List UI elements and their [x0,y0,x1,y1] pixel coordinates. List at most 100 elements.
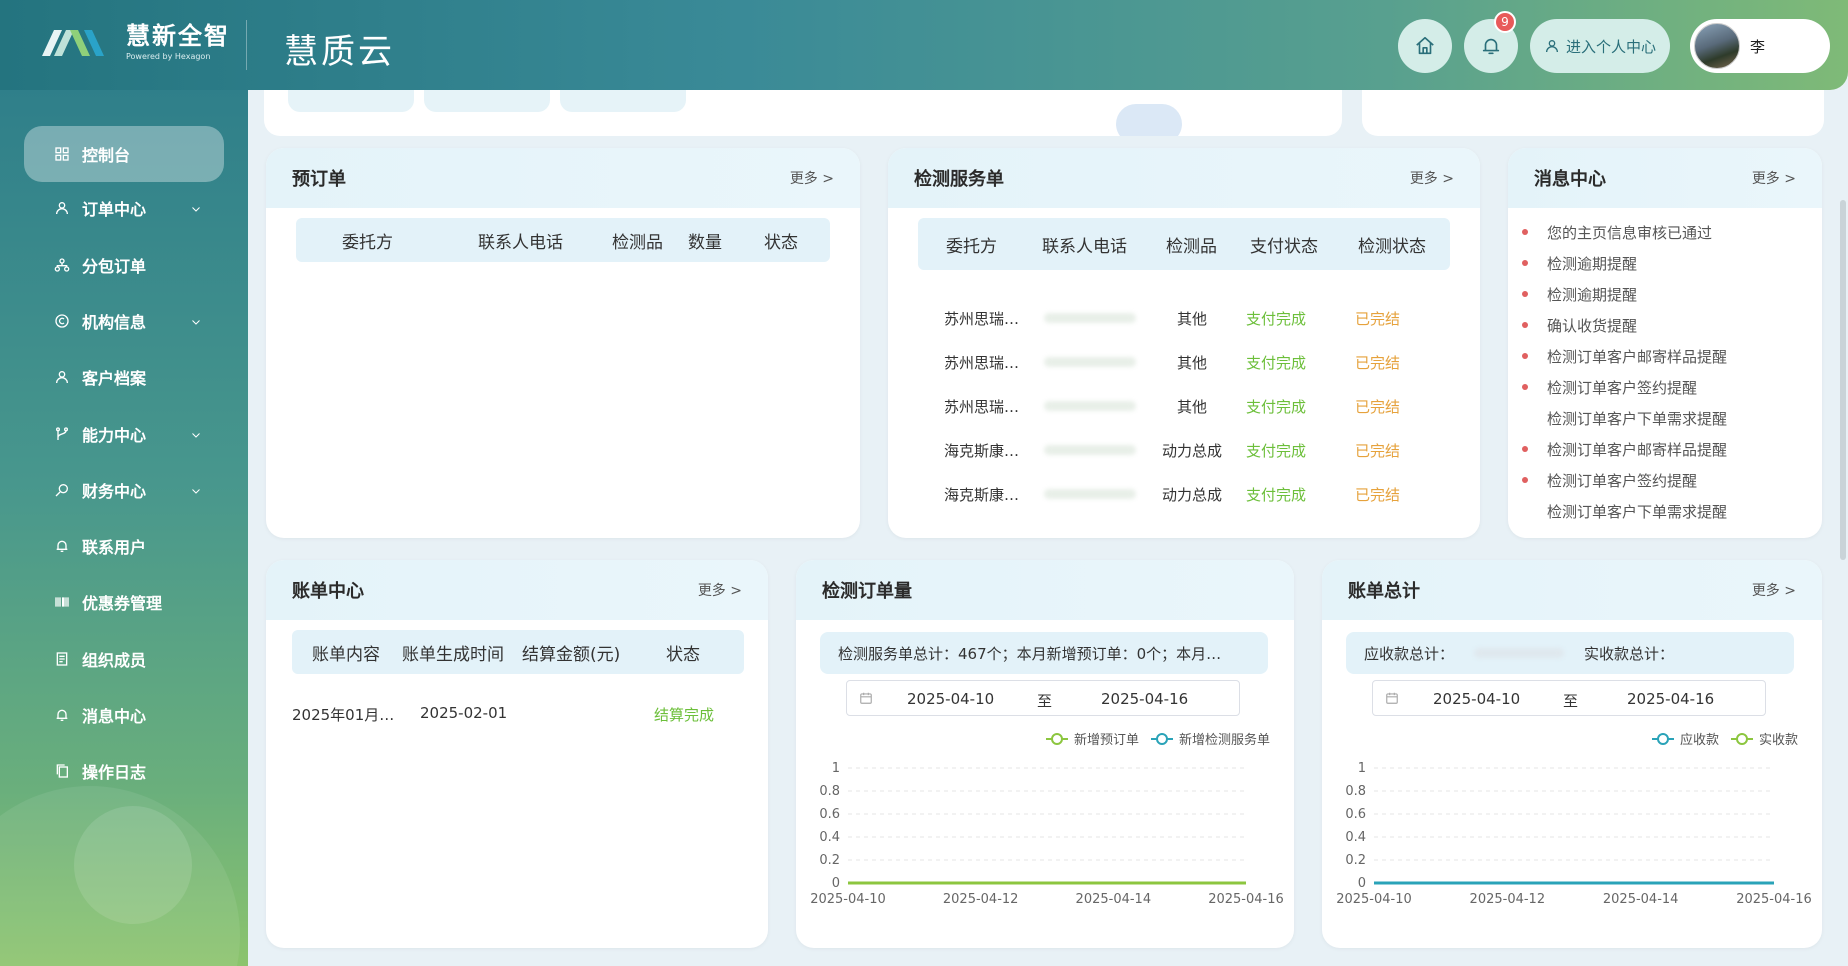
personal-center-button[interactable]: 进入个人中心 [1530,19,1670,73]
sidebar-item[interactable]: 分包订单 [24,239,224,291]
user-menu[interactable]: 李 [1690,19,1830,73]
side-card [1362,90,1824,136]
order-date-range[interactable]: 2025-04-10 至 2025-04-16 [846,680,1240,716]
message-title: 消息中心 [1534,169,1606,190]
bill-date-range[interactable]: 2025-04-10 至 2025-04-16 [1372,680,1766,716]
brand-logo[interactable]: 慧新全智 Powered by Hexagon [40,22,230,61]
order-chart-legend: 新增预订单 新增检测服务单 [1034,729,1270,748]
legend-marker-icon[interactable] [1730,732,1753,745]
scrollbar-thumb[interactable] [1840,200,1846,560]
org-icon [54,257,70,273]
sidebar-item[interactable]: 消息中心 [24,689,224,741]
sidebar-item[interactable]: 客户档案 [24,351,224,403]
sidebar-item[interactable]: 组织成员 [24,633,224,685]
payment-status: 支付完成 [1246,398,1307,416]
date-separator: 至 [1563,692,1579,710]
payment-status: 支付完成 [1246,486,1307,504]
message-item[interactable]: 检测订单客户邮寄样品提醒 [1547,346,1727,367]
preorder-card: 预订单 更多 > 委托方 联系人电话 检测品 数量 状态 [266,148,860,538]
bill-status: 结算完成 [654,706,715,724]
sidebar-item[interactable]: 控制台 [24,126,224,182]
column-header: 检测品 [1166,236,1217,257]
unread-dot [1522,477,1528,483]
sidebar-item[interactable]: 操作日志 [24,745,224,797]
app-title: 慧质云 [284,32,395,72]
message-item[interactable]: 检测逾期提醒 [1547,253,1637,274]
y-tick-label: 0.8 [1345,784,1366,799]
sidebar-item[interactable]: 优惠券管理 [24,576,224,628]
bill-card: 账单中心 更多 > 账单内容 账单生成时间 结算金额(元) 状态 2025年01… [266,560,768,948]
notification-button[interactable]: 9 [1464,11,1518,73]
order-line-chart: 0 0.2 0.4 0.6 0.8 1 2025-04-10 2025-04-12 2025-0… [810,761,1284,907]
service-more-link[interactable]: 更多 > [1410,168,1454,188]
message-item[interactable]: 检测订单客户签约提醒 [1547,470,1697,491]
sidebar-item[interactable]: 财务中心 [24,464,224,516]
message-item[interactable]: 检测订单客户签约提醒 [1547,377,1697,398]
date-to: 2025-04-16 [1101,690,1189,708]
bill-line-chart: 0 0.2 0.4 0.6 0.8 1 2025-04-10 2025-04-12 2025-0… [1336,761,1812,907]
service-table-header: 委托方 联系人电话 检测品 支付状态 检测状态 [918,218,1450,270]
test-status: 已完结 [1355,354,1401,372]
service-client: 海克斯康… [944,442,1020,460]
unread-dot [1522,384,1528,390]
sidebar-item[interactable]: 联系用户 [24,520,224,572]
column-header: 状态 [764,232,798,253]
bill-date: 2025-02-01 [420,704,508,722]
y-tick-label: 0.6 [819,807,840,822]
barcode-icon [54,594,70,610]
y-tick-label: 0.8 [819,784,840,799]
sidebar-item[interactable]: 机构信息 [24,295,224,347]
service-item: 其他 [1177,310,1208,328]
bill-total-more-link[interactable]: 更多 > [1752,580,1796,600]
x-tick-label: 2025-04-10 [810,892,886,907]
sidebar-item-label: 机构信息 [82,312,147,332]
banner-pill[interactable] [288,90,414,112]
banner-card [264,90,1342,136]
message-item[interactable]: 检测订单客户邮寄样品提醒 [1547,439,1727,460]
message-item[interactable]: 检测订单客户下单需求提醒 [1547,501,1727,522]
x-tick-label: 2025-04-14 [1076,892,1152,907]
legend-marker-icon[interactable] [1045,732,1068,745]
legend-marker-icon[interactable] [1150,732,1173,745]
chevron-down-icon [190,426,202,445]
legend-marker-icon[interactable] [1651,732,1674,745]
sidebar-item[interactable]: 能力中心 [24,408,224,460]
column-header: 委托方 [342,232,393,253]
preorder-more-link[interactable]: 更多 > [790,168,834,188]
receivable-label: 应收款总计： [1364,644,1455,663]
home-button[interactable] [1398,19,1452,73]
redacted-value [1474,648,1565,658]
calendar-icon [860,692,872,704]
bill-content: 2025年01月… [292,706,395,724]
column-header: 委托方 [946,236,997,257]
dashboard-icon [54,146,70,162]
service-item: 其他 [1177,398,1208,416]
column-header: 联系人电话 [478,232,563,253]
message-item[interactable]: 检测订单客户下单需求提醒 [1547,408,1727,429]
legend-label: 新增预订单 [1073,733,1139,748]
legend-label: 实收款 [1758,733,1798,748]
service-item: 动力总成 [1162,486,1223,504]
unread-dot [1522,260,1528,266]
payment-status: 支付完成 [1246,354,1307,372]
user-icon [54,369,70,385]
bill-more-link[interactable]: 更多 > [698,580,742,600]
column-header: 支付状态 [1250,236,1318,257]
message-item[interactable]: 确认收货提醒 [1547,315,1637,336]
column-header: 账单生成时间 [402,644,504,665]
logo-mark-icon [40,24,112,60]
x-tick-label: 2025-04-16 [1208,892,1284,907]
banner-pill[interactable] [560,90,686,112]
y-tick-label: 0.2 [1345,853,1366,868]
message-item[interactable]: 您的主页信息审核已通过 [1547,222,1712,243]
message-more-link[interactable]: 更多 > [1752,168,1796,188]
sidebar-item-label: 客户档案 [82,369,147,389]
order-chart-card: 检测订单量 检测服务单总计：467个；本月新增预订单：0个；本月… 2025-0… [796,560,1294,948]
service-title: 检测服务单 [914,169,1004,190]
banner-pill[interactable] [424,90,550,112]
order-chart-title: 检测订单量 [822,581,912,602]
date-to: 2025-04-16 [1627,690,1715,708]
sidebar-item-label: 财务中心 [82,481,147,501]
sidebar-item[interactable]: 订单中心 [24,182,224,234]
message-item[interactable]: 检测逾期提醒 [1547,284,1637,305]
